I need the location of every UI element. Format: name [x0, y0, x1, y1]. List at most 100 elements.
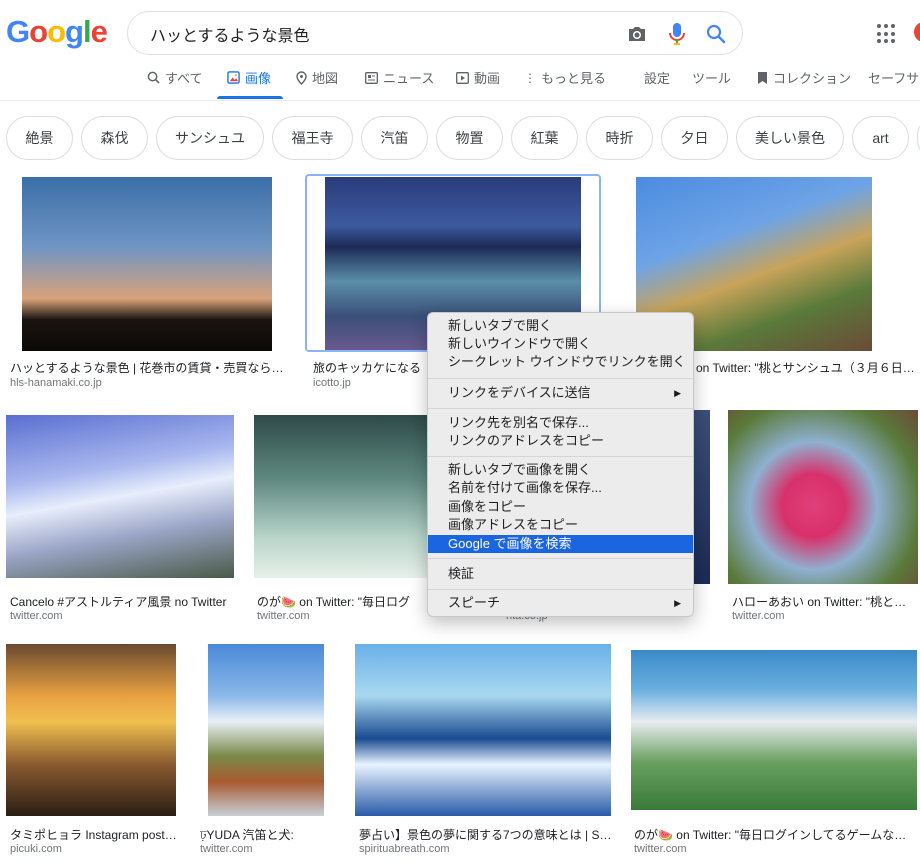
tools-label: ツール: [692, 71, 732, 86]
result-title[interactable]: on Twitter: "桃とサンシュユ（３月６日…: [696, 359, 918, 376]
result-source: twitter.com: [732, 610, 785, 622]
result-source: icotto.jp: [313, 377, 351, 389]
safesearch-label: セーフサー: [868, 71, 920, 86]
tab-maps[interactable]: 地図: [296, 68, 338, 87]
result-source: twitter.com: [257, 610, 310, 622]
context-menu: 新しいタブで開く 新しいウインドウで開く シークレット ウインドウでリンクを開く…: [427, 312, 694, 617]
menu-speech[interactable]: スピーチ ▶: [428, 594, 693, 612]
chip[interactable]: 夕日: [661, 116, 728, 160]
tools-link[interactable]: ツール: [692, 68, 731, 87]
menu-separator: [428, 378, 693, 379]
logo-letter: o: [47, 14, 66, 49]
result-thumbnail[interactable]: [208, 644, 324, 816]
apps-grid-icon[interactable]: [877, 24, 897, 44]
menu-open-new-tab[interactable]: 新しいタブで開く: [428, 317, 693, 335]
settings-label: 設定: [644, 71, 671, 86]
tab-label: 画像: [245, 71, 272, 86]
collections-label: コレクション: [773, 71, 852, 86]
result-title[interactable]: のが🍉 on Twitter: "毎日ログ: [257, 593, 427, 610]
menu-search-image-google[interactable]: Google で画像を検索: [428, 535, 693, 553]
logo-letter: l: [82, 14, 92, 49]
chip[interactable]: サンシュユ: [156, 116, 264, 160]
menu-label: リンクをデバイスに送信: [448, 385, 591, 400]
tab-label: もっと見る: [541, 71, 607, 86]
menu-label: スピーチ: [448, 595, 501, 610]
tab-images[interactable]: 画像: [227, 68, 271, 87]
menu-open-image-new-tab[interactable]: 新しいタブで画像を開く: [428, 461, 693, 479]
menu-separator: [428, 589, 693, 590]
result-source: twitter.com: [634, 843, 687, 855]
result-title[interactable]: のが🍉 on Twitter: "毎日ログインしてるゲームな…: [634, 826, 918, 843]
search-icon: [147, 71, 160, 84]
chip[interactable]: art: [852, 116, 909, 160]
result-title[interactable]: ハッとするような景色 | 花巻市の賃貸・売買ならホ…: [10, 359, 290, 376]
submenu-arrow-icon: ▶: [674, 598, 681, 608]
chip[interactable]: 森伐: [81, 116, 148, 160]
result-thumbnail[interactable]: [254, 415, 428, 578]
microphone-icon[interactable]: [665, 21, 689, 47]
menu-separator: [428, 558, 693, 559]
result-source: picuki.com: [10, 843, 62, 855]
menu-open-incognito[interactable]: シークレット ウインドウでリンクを開く: [428, 353, 693, 371]
settings-link[interactable]: 設定: [644, 68, 670, 87]
image-icon: [227, 71, 240, 84]
result-thumbnail[interactable]: [6, 644, 176, 816]
tab-label: ニュース: [383, 71, 435, 86]
menu-save-image-as[interactable]: 名前を付けて画像を保存...: [428, 479, 693, 497]
camera-icon[interactable]: [625, 22, 649, 46]
result-source: twitter.com: [10, 610, 63, 622]
result-thumbnail[interactable]: [355, 644, 611, 816]
chip[interactable]: 絶景: [6, 116, 73, 160]
menu-copy-image-address[interactable]: 画像アドレスをコピー: [428, 516, 693, 534]
result-source: spirituabreath.com: [359, 843, 450, 855]
menu-save-link-as[interactable]: リンク先を別名で保存...: [428, 414, 693, 432]
result-thumbnail[interactable]: [694, 410, 710, 584]
tab-videos[interactable]: 動画: [456, 68, 500, 87]
tab-more[interactable]: ⋮ もっと見る: [524, 68, 606, 87]
chip[interactable]: 福王寺: [272, 116, 353, 160]
result-title[interactable]: 旅のキッカケになる: [313, 359, 425, 376]
result-title[interactable]: 夢占い】景色の夢に関する7つの意味とは | S…: [359, 826, 613, 843]
tab-all[interactable]: すべて: [147, 68, 203, 87]
result-source: twitter.com: [200, 843, 253, 855]
collections-link[interactable]: コレクション: [757, 68, 851, 87]
avatar[interactable]: [914, 22, 920, 42]
result-thumbnail[interactable]: [6, 415, 234, 578]
search-box: [127, 11, 743, 55]
result-source: hls-hanamaki.co.jp: [10, 377, 102, 389]
result-thumbnail[interactable]: [728, 410, 918, 584]
menu-open-new-window[interactable]: 新しいウインドウで開く: [428, 335, 693, 353]
menu-send-to-device[interactable]: リンクをデバイスに送信 ▶: [428, 384, 693, 402]
menu-copy-link-address[interactable]: リンクのアドレスをコピー: [428, 432, 693, 450]
result-title[interactable]: Cancelo #アストルティア風景 no Twitter: [10, 593, 240, 610]
result-thumbnail[interactable]: [22, 177, 272, 351]
menu-inspect[interactable]: 検証: [428, 565, 693, 583]
menu-separator: [428, 456, 693, 457]
logo-letter: o: [29, 14, 48, 49]
bookmark-icon: [758, 71, 767, 84]
logo-letter: g: [65, 14, 84, 49]
menu-copy-image[interactable]: 画像をコピー: [428, 498, 693, 516]
tab-label: 地図: [312, 71, 339, 86]
more-vert-icon: ⋮: [524, 70, 536, 85]
logo-letter: e: [90, 14, 108, 49]
search-icon[interactable]: [703, 21, 729, 47]
chip[interactable]: 美しい景色: [736, 116, 844, 160]
chip[interactable]: 時折: [586, 116, 653, 160]
search-tabs: すべて 画像 地図 ニュース 動画 ⋮ もっと見る 設定 ツール コレクション …: [0, 60, 920, 101]
news-icon: [365, 71, 378, 84]
google-logo[interactable]: Google: [6, 14, 108, 50]
chip[interactable]: 物置: [436, 116, 503, 160]
tab-news[interactable]: ニュース: [365, 68, 434, 87]
result-title[interactable]: タミポヒョラ Instagram post…: [10, 826, 178, 843]
submenu-arrow-icon: ▶: [674, 388, 681, 398]
result-thumbnail[interactable]: [631, 650, 917, 810]
search-input[interactable]: [148, 21, 612, 47]
safesearch-link[interactable]: セーフサー: [868, 68, 920, 87]
active-tab-indicator: [217, 96, 283, 99]
chip[interactable]: 汽笛: [361, 116, 428, 160]
tab-label: すべて: [165, 71, 203, 86]
result-title[interactable]: ハローあおい on Twitter: "桃とサ…: [732, 593, 918, 610]
video-icon: [456, 71, 469, 84]
chip[interactable]: 紅葉: [511, 116, 578, 160]
